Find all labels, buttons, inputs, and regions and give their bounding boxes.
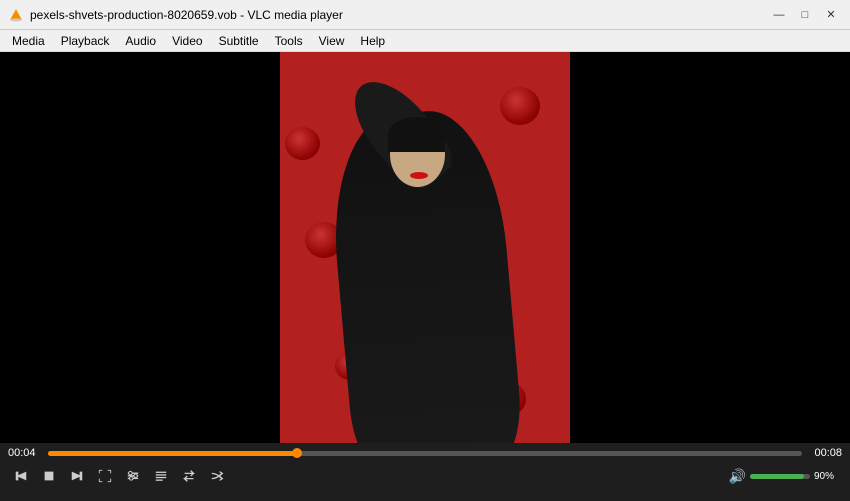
window-controls: — □ ✕ (768, 6, 842, 24)
progress-handle (292, 448, 302, 458)
current-time: 00:04 (8, 447, 40, 459)
progress-row: 00:04 00:08 (8, 447, 842, 459)
pomegranate-1 (500, 87, 540, 125)
left-black-bar (0, 52, 280, 443)
person-lips (410, 172, 428, 179)
menu-media[interactable]: Media (4, 30, 53, 51)
menu-video[interactable]: Video (164, 30, 210, 51)
menu-audio[interactable]: Audio (117, 30, 164, 51)
volume-icon[interactable]: 🔊 (729, 468, 746, 485)
playlist-icon (154, 469, 168, 483)
buttons-row: 🔊 90% (8, 465, 842, 487)
window-title: pexels-shvets-production-8020659.vob - V… (30, 8, 768, 22)
volume-track[interactable] (750, 474, 810, 479)
menu-subtitle[interactable]: Subtitle (211, 30, 267, 51)
title-bar: pexels-shvets-production-8020659.vob - V… (0, 0, 850, 30)
menu-help[interactable]: Help (352, 30, 393, 51)
loop-icon (182, 469, 196, 483)
playlist-button[interactable] (148, 465, 174, 487)
vlc-icon (8, 7, 24, 23)
close-button[interactable]: ✕ (820, 6, 842, 24)
person-hair (388, 117, 445, 152)
maximize-button[interactable]: □ (794, 6, 816, 24)
extended-button[interactable] (120, 465, 146, 487)
previous-icon (14, 469, 28, 483)
stop-button[interactable] (36, 465, 62, 487)
menu-playback[interactable]: Playback (53, 30, 118, 51)
next-button[interactable] (64, 465, 90, 487)
random-button[interactable] (204, 465, 230, 487)
progress-track[interactable] (48, 451, 802, 456)
right-black-bar (570, 52, 850, 443)
pomegranate-2 (285, 127, 320, 160)
controls-bar: 00:04 00:08 (0, 443, 850, 501)
volume-fill (750, 474, 804, 479)
menu-tools[interactable]: Tools (267, 30, 311, 51)
next-icon (70, 469, 84, 483)
fullscreen-icon (98, 469, 112, 483)
fullscreen-button[interactable] (92, 465, 118, 487)
minimize-button[interactable]: — (768, 6, 790, 24)
stop-icon (42, 469, 56, 483)
menu-bar: Media Playback Audio Video Subtitle Tool… (0, 30, 850, 52)
progress-fill (48, 451, 297, 456)
total-time: 00:08 (810, 447, 842, 459)
video-area (0, 52, 850, 443)
random-icon (210, 469, 224, 483)
volume-area: 🔊 90% (729, 468, 842, 485)
loop-button[interactable] (176, 465, 202, 487)
extended-icon (126, 469, 140, 483)
video-content (280, 52, 570, 443)
menu-view[interactable]: View (311, 30, 353, 51)
video-frame (280, 52, 570, 443)
previous-button[interactable] (8, 465, 34, 487)
volume-label: 90% (814, 471, 842, 482)
